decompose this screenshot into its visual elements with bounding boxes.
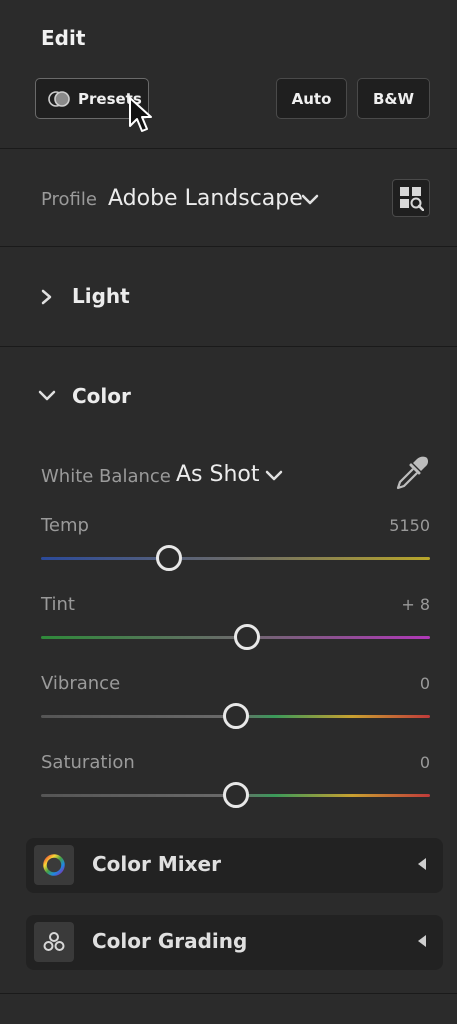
page-title: Edit: [41, 26, 86, 50]
white-balance-dropdown[interactable]: As Shot: [176, 462, 260, 487]
chevron-down-icon[interactable]: [301, 194, 319, 206]
temp-slider-track[interactable]: [41, 557, 430, 560]
vibrance-value[interactable]: 0: [350, 674, 430, 693]
tint-label: Tint: [41, 594, 75, 615]
divider: [0, 246, 457, 247]
chevron-right-icon[interactable]: [41, 289, 53, 305]
profile-browser-button[interactable]: [392, 179, 430, 217]
expand-arrow-icon[interactable]: [418, 935, 426, 947]
grid-search-icon: [400, 187, 424, 211]
mouse-cursor-icon: [129, 97, 152, 132]
profile-label: Profile: [41, 189, 97, 210]
expand-arrow-icon[interactable]: [418, 858, 426, 870]
chevron-down-icon[interactable]: [265, 470, 283, 482]
tint-value[interactable]: + 8: [350, 595, 430, 614]
profile-dropdown[interactable]: Adobe Landscape: [108, 186, 303, 211]
section-light-header[interactable]: Light: [72, 284, 130, 308]
temp-label: Temp: [41, 515, 89, 536]
color-grading-icon: [34, 922, 74, 962]
white-balance-label: White Balance: [41, 466, 171, 487]
divider: [0, 346, 457, 347]
color-grading-label: Color Grading: [92, 929, 248, 953]
temp-slider-thumb[interactable]: [156, 545, 183, 571]
temp-value[interactable]: 5150: [350, 516, 430, 535]
section-color-header[interactable]: Color: [72, 384, 131, 408]
color-wheel-icon: [34, 845, 74, 885]
saturation-value[interactable]: 0: [350, 753, 430, 772]
divider: [0, 148, 457, 149]
chevron-down-icon[interactable]: [38, 390, 56, 402]
tint-slider-thumb[interactable]: [234, 624, 261, 650]
vibrance-slider-thumb[interactable]: [222, 703, 249, 729]
presets-icon: [48, 90, 70, 107]
eyedropper-icon[interactable]: [393, 455, 429, 491]
color-grading-panel[interactable]: Color Grading: [26, 915, 443, 970]
saturation-label: Saturation: [41, 752, 135, 773]
vibrance-label: Vibrance: [41, 673, 121, 694]
color-mixer-label: Color Mixer: [92, 852, 221, 876]
divider: [0, 993, 457, 994]
saturation-slider-thumb[interactable]: [222, 782, 249, 808]
color-mixer-panel[interactable]: Color Mixer: [26, 838, 443, 893]
bw-button[interactable]: B&W: [357, 78, 430, 119]
auto-button[interactable]: Auto: [276, 78, 347, 119]
